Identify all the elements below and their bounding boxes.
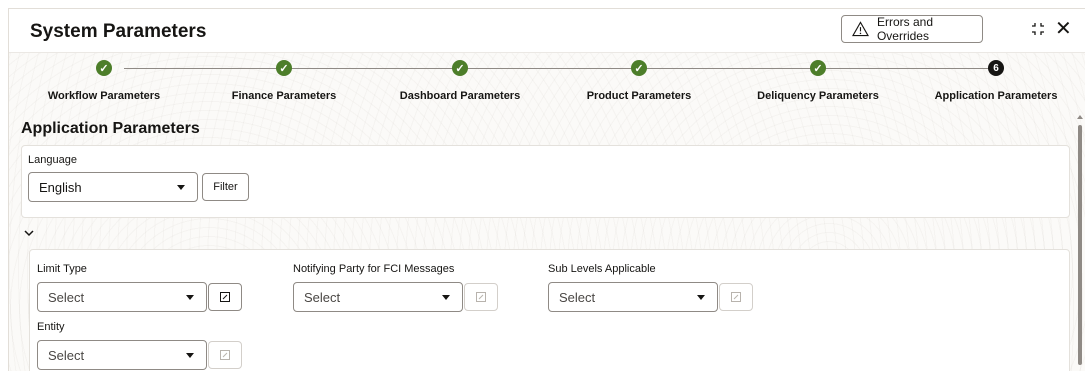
train-step-workflow[interactable]: ✓ Workflow Parameters [24,53,184,113]
train-step-label: Product Parameters [586,90,692,102]
sub-levels-edit-button [719,283,753,311]
entity-value: Select [48,347,85,363]
chevron-down-icon [442,295,450,300]
chevron-down-icon[interactable] [23,227,35,239]
train-step-label: Dashboard Parameters [399,90,521,102]
limit-type-label: Limit Type [37,263,87,275]
train-step-label: Workflow Parameters [47,90,161,102]
edit-icon [220,350,230,360]
check-icon: ✓ [631,60,647,76]
step-number-badge: 6 [988,60,1004,76]
warning-triangle-icon [852,21,869,37]
check-icon: ✓ [452,60,468,76]
edit-icon [476,292,486,302]
train-step-label: Finance Parameters [231,90,337,102]
entity-select[interactable]: Select [37,340,207,370]
chevron-down-icon [697,295,705,300]
notifying-party-value: Select [304,289,341,305]
compress-icon[interactable] [1031,22,1045,36]
sub-levels-select[interactable]: Select [548,282,718,312]
limit-type-edit-button[interactable] [208,283,242,311]
sub-levels-value: Select [559,289,596,305]
filter-button[interactable]: Filter [202,173,249,201]
edit-icon [220,292,230,302]
limit-type-value: Select [48,289,85,305]
errors-and-overrides-button[interactable]: Errors and Overrides [841,15,983,43]
section-title: Application Parameters [21,120,200,137]
train-step-label: Deliquency Parameters [757,90,879,102]
system-parameters-window: System Parameters Errors and Overrides ✕… [8,8,1085,371]
edit-icon [731,292,741,302]
header-bar: System Parameters Errors and Overrides ✕ [9,9,1085,53]
parameters-train: ✓ Workflow Parameters ✓ Finance Paramete… [9,53,1085,113]
notifying-party-label: Notifying Party for FCI Messages [293,263,455,275]
chevron-down-icon [186,295,194,300]
scroll-thumb[interactable] [1078,125,1082,365]
chevron-down-icon [186,353,194,358]
check-icon: ✓ [276,60,292,76]
sub-levels-label: Sub Levels Applicable [548,263,656,275]
train-step-finance[interactable]: ✓ Finance Parameters [204,53,364,113]
check-icon: ✓ [810,60,826,76]
entity-edit-button [208,341,242,369]
train-step-application[interactable]: 6 Application Parameters [916,53,1076,113]
errors-button-label: Errors and Overrides [876,15,933,43]
limit-type-select[interactable]: Select [37,282,207,312]
notifying-party-select[interactable]: Select [293,282,463,312]
check-icon: ✓ [96,60,112,76]
language-select[interactable]: English [28,172,198,202]
language-value: English [39,179,82,195]
page-title: System Parameters [30,21,207,42]
entity-label: Entity [37,321,65,333]
chevron-down-icon [177,185,185,190]
details-panel: Limit Type Select Notifying Party for FC… [29,249,1070,371]
scroll-up-arrow-icon[interactable] [1077,115,1083,119]
language-label: Language [28,154,77,166]
language-panel: Language English Filter [21,145,1070,218]
train-step-label: Application Parameters [934,90,1058,102]
train-step-deliquency[interactable]: ✓ Deliquency Parameters [738,53,898,113]
train-step-product[interactable]: ✓ Product Parameters [559,53,719,113]
vertical-scrollbar[interactable] [1075,113,1085,371]
notifying-party-edit-button [464,283,498,311]
train-step-dashboard[interactable]: ✓ Dashboard Parameters [380,53,540,113]
close-icon[interactable]: ✕ [1055,19,1072,39]
